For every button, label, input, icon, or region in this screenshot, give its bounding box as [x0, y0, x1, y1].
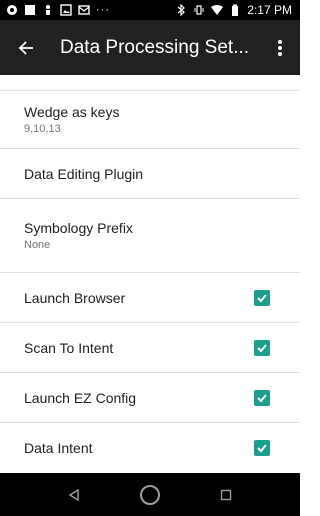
- back-button[interactable]: [0, 20, 52, 75]
- row-subtitle: None: [24, 238, 51, 251]
- list-item-partial: [0, 75, 300, 91]
- checkbox-launch-ez-config[interactable]: [254, 389, 270, 406]
- checkbox-scan-to-intent[interactable]: [254, 339, 270, 356]
- row-title: Data Intent: [24, 440, 93, 456]
- home-circle-icon: [140, 484, 160, 505]
- status-left-icons: ···: [6, 4, 110, 16]
- square-icon: [25, 5, 35, 15]
- status-bar: ··· 2:17 PM: [0, 0, 300, 20]
- row-title: Launch Browser: [24, 289, 126, 306]
- app-bar: Data Processing Set...: [0, 20, 300, 75]
- image-icon: [60, 4, 72, 16]
- row-title: Scan To Intent: [24, 339, 114, 356]
- checkbox-launch-browser[interactable]: [254, 289, 270, 306]
- wifi-icon: [211, 5, 224, 15]
- list-item-data-intent[interactable]: Data Intent: [0, 423, 300, 473]
- status-right-icons: 2:17 PM: [175, 3, 292, 17]
- list-item-wedge-as-keys[interactable]: Wedge as keys 9,10,13: [0, 91, 300, 149]
- vibrate-icon: [194, 5, 204, 15]
- list-item-symbology-prefix[interactable]: Symbology Prefix None: [0, 199, 300, 273]
- bluetooth-icon: [177, 4, 186, 16]
- check-icon: [257, 293, 267, 302]
- person-icon: [46, 5, 50, 15]
- check-icon: [257, 343, 267, 352]
- more-options-button[interactable]: [260, 20, 300, 75]
- recents-square-icon: [220, 489, 232, 500]
- mail-icon: [78, 5, 90, 15]
- list-item-launch-ez-config[interactable]: Launch EZ Config: [0, 373, 300, 423]
- list-item-launch-browser[interactable]: Launch Browser: [0, 273, 300, 323]
- row-title: Data Editing Plugin: [24, 165, 144, 182]
- status-time: 2:17 PM: [247, 3, 292, 17]
- more-vert-icon: [278, 39, 282, 56]
- checkbox-data-intent[interactable]: [254, 440, 270, 456]
- nav-back-button[interactable]: [54, 475, 94, 515]
- battery-icon: [232, 4, 239, 16]
- navigation-bar: [0, 473, 300, 516]
- check-icon: [257, 393, 267, 402]
- list-item-scan-to-intent[interactable]: Scan To Intent: [0, 323, 300, 373]
- settings-list: Wedge as keys 9,10,13 Data Editing Plugi…: [0, 75, 300, 473]
- check-icon: [257, 444, 267, 453]
- arrow-left-icon: [18, 40, 33, 55]
- back-triangle-icon: [68, 488, 79, 501]
- status-overflow: ···: [96, 4, 110, 16]
- row-title: Symbology Prefix: [24, 219, 133, 236]
- notification-dot-icon: [7, 5, 17, 15]
- nav-recents-button[interactable]: [206, 475, 246, 515]
- list-item-data-editing-plugin[interactable]: Data Editing Plugin: [0, 149, 300, 199]
- row-title: Wedge as keys: [24, 103, 120, 120]
- nav-home-button[interactable]: [130, 475, 170, 515]
- row-title: Launch EZ Config: [24, 389, 137, 406]
- row-subtitle: 9,10,13: [24, 122, 61, 135]
- screen: ··· 2:17 PM Data Processing Set... Wedge…: [0, 0, 300, 516]
- page-title: Data Processing Set...: [60, 36, 250, 58]
